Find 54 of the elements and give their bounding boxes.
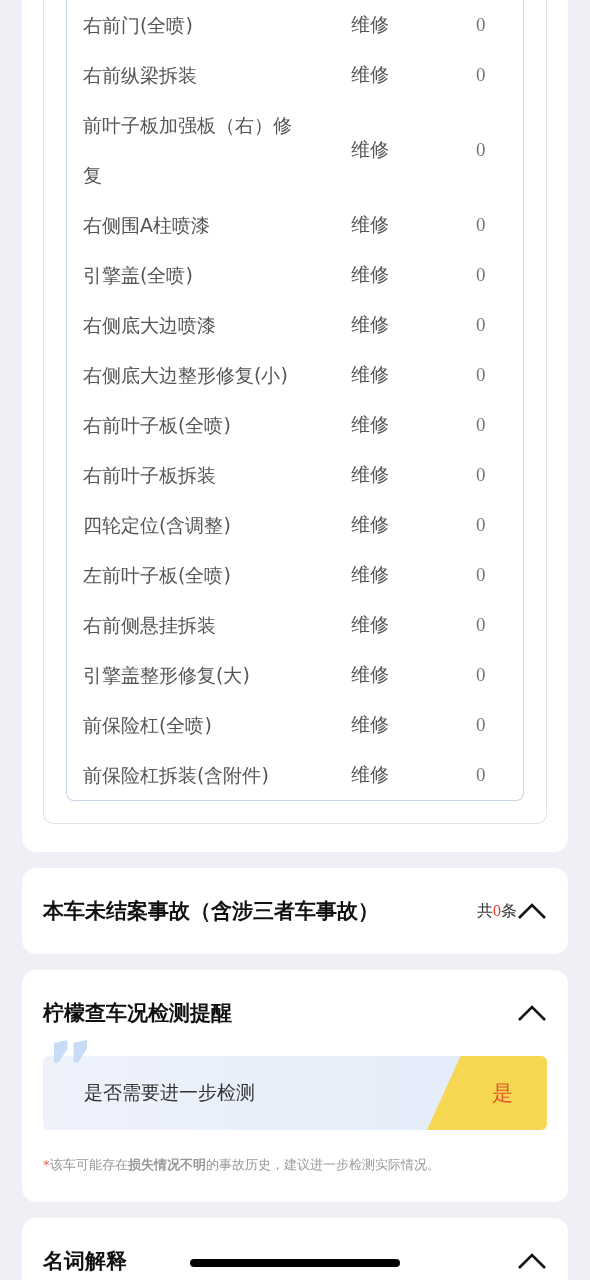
table-cell-text: 右侧底大边整形修复(小) xyxy=(83,363,289,388)
table-cell-text: 维修 xyxy=(351,462,390,487)
table-cell-text: 维修 xyxy=(351,137,390,162)
table-cell: 0 xyxy=(476,614,486,636)
table-cell-text: 维修 xyxy=(351,62,390,87)
table-cell-text: 前叶子板加强板（右）修复 xyxy=(83,113,293,188)
chevron-up-icon[interactable] xyxy=(517,902,547,920)
table-cell-text: 右前叶子板拆装 xyxy=(83,463,217,488)
table-cell-text: 维修 xyxy=(351,362,390,387)
table-cell-text: 维修 xyxy=(351,212,390,237)
chevron-up-icon[interactable] xyxy=(517,1252,547,1270)
table-cell: 0 xyxy=(476,514,486,536)
table-cell: 0 xyxy=(476,714,486,736)
count-text: 共0条 xyxy=(477,900,517,922)
answer-badge: 是 xyxy=(427,1056,547,1130)
table-cell-text: 左前叶子板(全喷) xyxy=(83,563,232,588)
section-title: 名词解释 xyxy=(43,1248,127,1275)
table-cell-text: 四轮定位(含调整) xyxy=(83,513,232,538)
table-cell: 0 xyxy=(476,64,486,86)
chevron-up-icon[interactable] xyxy=(517,1004,547,1022)
section-title: 柠檬查车况检测提醒 xyxy=(43,1000,232,1027)
table-cell-text: 维修 xyxy=(351,712,390,737)
table-cell-text: 前保险杠(全喷) xyxy=(83,713,213,738)
table-cell-text: 维修 xyxy=(351,612,390,637)
table-cell: 0 xyxy=(476,464,486,486)
table-cell: 0 xyxy=(476,214,486,236)
table-cell-text: 引擎盖整形修复(大) xyxy=(83,663,251,688)
table-cell-text: 维修 xyxy=(351,762,390,787)
table-cell-text: 维修 xyxy=(351,12,390,37)
table-cell-text: 右侧围A柱喷漆 xyxy=(83,213,211,238)
table-cell-text: 右前叶子板(全喷) xyxy=(83,413,232,438)
table-cell: 0 xyxy=(476,564,486,586)
table-cell: 0 xyxy=(476,664,486,686)
table-cell-text: 右前门(全喷) xyxy=(83,13,194,38)
table-cell-text: 维修 xyxy=(351,412,390,437)
table-cell-text: 维修 xyxy=(351,562,390,587)
table-cell-text: 维修 xyxy=(351,662,390,687)
table-cell: 0 xyxy=(476,414,486,436)
table-cell: 0 xyxy=(476,264,486,286)
table-cell: 0 xyxy=(476,764,486,786)
table-cell: 0 xyxy=(476,314,486,336)
table-cell-text: 维修 xyxy=(351,512,390,537)
table-cell: 0 xyxy=(476,14,486,36)
question-text: 是否需要进一步检测 xyxy=(84,1080,256,1105)
table-cell-text: 右前纵梁拆装 xyxy=(83,63,198,88)
table-cell: 0 xyxy=(476,139,486,161)
table-cell-text: 引擎盖(全喷) xyxy=(83,263,194,288)
table-cell: 0 xyxy=(476,364,486,386)
table-cell-text: 维修 xyxy=(351,312,390,337)
table-cell-text: 右前侧悬挂拆装 xyxy=(83,613,217,638)
section-title: 本车未结案事故（含涉三者车事故） xyxy=(43,898,379,925)
table-cell-text: 右侧底大边喷漆 xyxy=(83,313,217,338)
table-cell-text: 维修 xyxy=(351,262,390,287)
table-cell-text: 前保险杠拆装(含附件) xyxy=(83,763,270,788)
